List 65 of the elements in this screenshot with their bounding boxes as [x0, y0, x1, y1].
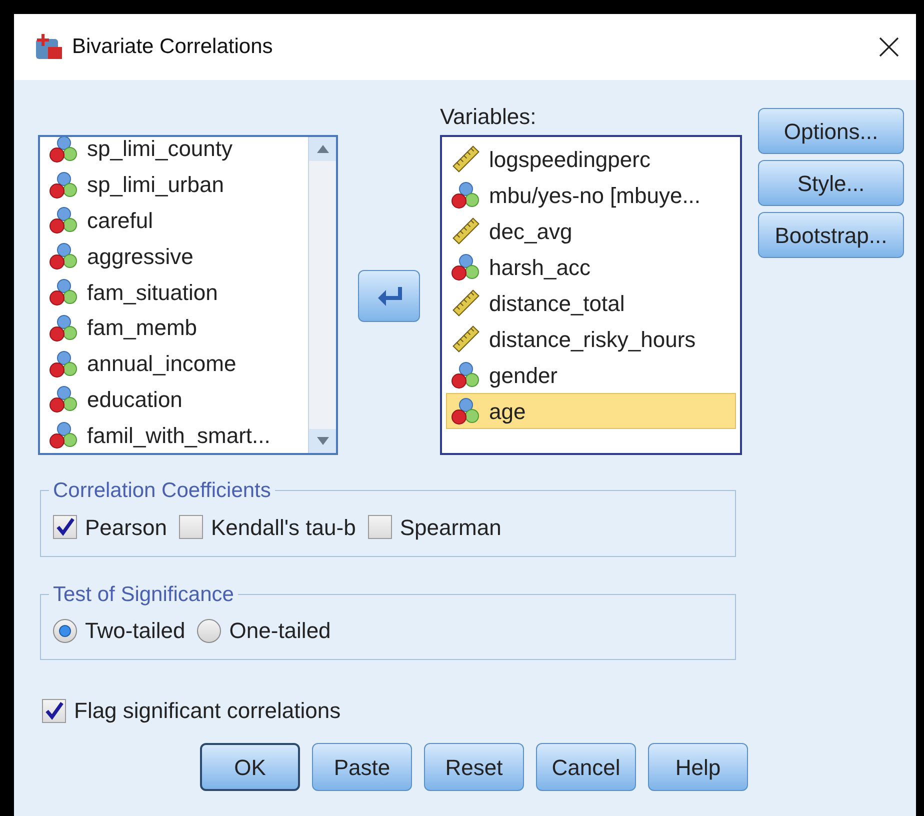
- variable-item[interactable]: famil_with_smart...: [44, 417, 308, 453]
- nominal-variable-icon: [49, 421, 79, 450]
- nominal-variable-icon: [49, 137, 79, 163]
- left-arrow-icon: [376, 285, 402, 307]
- selected-variable-list[interactable]: logspeedingperc mbu/yes-no [mbuye... dec_avg harsh_acc distance_total distance_risky_hours gender age: [440, 135, 742, 455]
- close-icon[interactable]: [878, 36, 900, 58]
- radio-button[interactable]: [53, 618, 77, 642]
- dialog-button[interactable]: Style...: [758, 160, 904, 206]
- variables-label: Variables:: [440, 103, 538, 131]
- variable-item[interactable]: dec_avg: [446, 213, 736, 249]
- variable-item[interactable]: distance_risky_hours: [446, 321, 736, 357]
- variable-item[interactable]: sp_limi_urban: [44, 166, 308, 203]
- radio-label[interactable]: Two-tailed: [85, 614, 186, 647]
- variable-item[interactable]: logspeedingperc: [446, 141, 736, 177]
- nominal-variable-icon: [49, 206, 79, 234]
- group-title: Correlation Coefficients: [52, 478, 272, 504]
- nominal-variable-icon: [49, 170, 79, 199]
- nominal-variable-icon: [49, 350, 79, 378]
- move-arrow-button[interactable]: [358, 270, 420, 322]
- variable-item[interactable]: aggressive: [44, 238, 308, 274]
- check-icon: [55, 517, 75, 537]
- variable-item[interactable]: harsh_acc: [446, 249, 736, 285]
- nominal-variable-icon: [451, 253, 481, 281]
- variable-item[interactable]: education: [44, 381, 308, 418]
- scrollbar[interactable]: [308, 137, 336, 453]
- checkbox[interactable]: [42, 698, 66, 722]
- radio-label[interactable]: One-tailed: [229, 614, 331, 647]
- dialog-button[interactable]: Paste: [312, 743, 412, 791]
- nominal-variable-icon: [49, 242, 79, 270]
- dialog-button[interactable]: Help: [648, 743, 748, 791]
- checkbox-label[interactable]: Pearson: [85, 510, 167, 544]
- nominal-variable-icon: [49, 314, 79, 342]
- checkbox[interactable]: [53, 515, 77, 539]
- variable-item[interactable]: fam_situation: [44, 274, 308, 310]
- checkbox-label[interactable]: Flag significant correlations: [74, 694, 341, 727]
- variable-item[interactable]: careful: [44, 202, 308, 238]
- nominal-variable-icon: [49, 278, 79, 306]
- group-title: Test of Significance: [52, 582, 235, 608]
- variable-item[interactable]: mbu/yes-no [mbuye...: [446, 177, 736, 213]
- variable-item[interactable]: sp_limi_county: [44, 137, 308, 167]
- nominal-variable-icon: [49, 385, 79, 414]
- dialog-button[interactable]: Bootstrap...: [758, 212, 904, 258]
- nominal-variable-icon: [451, 361, 481, 389]
- app-icon: [34, 33, 64, 61]
- variable-item[interactable]: age: [446, 393, 736, 429]
- checkbox[interactable]: [368, 515, 392, 539]
- scroll-up-icon[interactable]: [316, 145, 328, 153]
- source-variable-list[interactable]: sp_limi_county sp_limi_urban careful aggressive fam_situation fam_memb annual_income education famil_with_smart...: [38, 135, 338, 455]
- check-icon: [44, 700, 64, 720]
- nominal-variable-icon: [451, 181, 481, 209]
- checkbox[interactable]: [178, 515, 203, 539]
- radio-button[interactable]: [197, 618, 222, 642]
- dialog-button[interactable]: Cancel: [536, 743, 636, 791]
- nominal-variable-icon: [451, 397, 481, 425]
- variable-item[interactable]: fam_memb: [44, 310, 308, 346]
- variable-item[interactable]: gender: [446, 357, 736, 393]
- scroll-down-icon[interactable]: [316, 437, 328, 445]
- dialog-button[interactable]: Reset: [424, 743, 524, 791]
- checkbox-label[interactable]: Kendall's tau-b: [210, 510, 356, 544]
- dialog-button[interactable]: OK: [200, 743, 300, 791]
- checkbox-label[interactable]: Spearman: [400, 510, 502, 544]
- window-title: Bivariate Correlations: [72, 34, 273, 60]
- variable-item[interactable]: distance_total: [446, 285, 736, 321]
- variable-item[interactable]: annual_income: [44, 346, 308, 382]
- dialog-button[interactable]: Options...: [758, 108, 904, 154]
